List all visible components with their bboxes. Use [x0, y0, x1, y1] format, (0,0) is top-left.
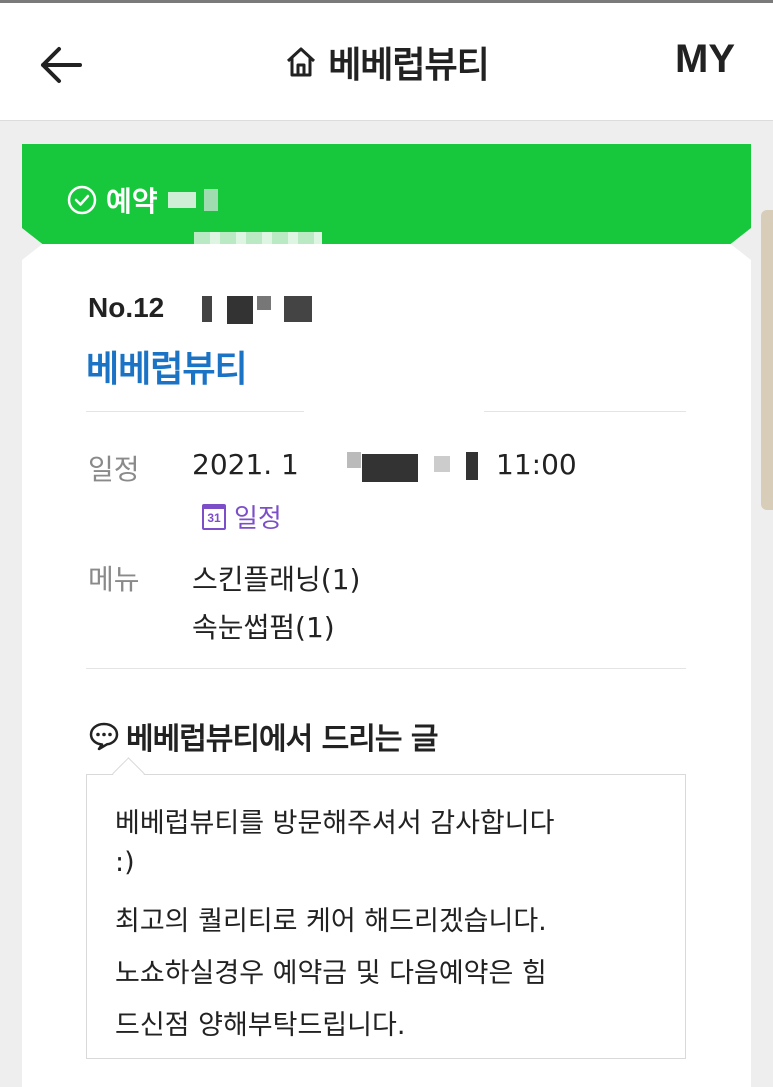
redacted-mosaic [466, 452, 478, 480]
reservation-card: No.12 베베럽뷰티 일정 2021. 1 11:00 31 일정 메뉴 스킨… [22, 244, 751, 1087]
calendar-icon: 31 [202, 503, 226, 530]
add-to-calendar-link[interactable]: 31 일정 [202, 498, 282, 535]
header-title-link[interactable]: 베베럽뷰티 [284, 36, 490, 88]
redacted-mosaic [284, 296, 312, 322]
scroll-indicator[interactable] [761, 210, 773, 510]
redacted-mosaic [227, 296, 253, 324]
menu-item: 스킨플래닝(1) [192, 563, 361, 596]
shop-message-header: 베베럽뷰티에서 드리는 글 [88, 714, 438, 758]
menu-item: 속눈썹펌(1) [192, 611, 335, 644]
schedule-time: 11:00 [496, 448, 577, 481]
message-line: :) [115, 847, 135, 878]
page-title: 베베럽뷰티 [328, 45, 490, 86]
redacted-mosaic [434, 456, 450, 472]
speech-bubble-icon [89, 722, 119, 751]
home-icon [287, 47, 316, 77]
schedule-label: 일정 [88, 453, 140, 486]
section-divider [484, 411, 686, 412]
redacted-mosaic [347, 452, 361, 468]
redacted-mosaic [362, 454, 418, 482]
redacted-mosaic [202, 296, 212, 322]
reservation-number: No.12 [88, 292, 165, 323]
app-header: 베베럽뷰티 MY [0, 3, 773, 121]
schedule-date: 2021. 1 [192, 448, 299, 481]
section-divider [86, 668, 686, 669]
arrow-left-icon [41, 47, 82, 83]
reservation-status-text: 예약 [106, 185, 158, 218]
message-line: 최고의 퀄리티로 케어 해드리겠습니다. [115, 906, 547, 937]
back-button[interactable] [30, 35, 90, 95]
redacted-mosaic [167, 192, 196, 208]
message-line: 노쇼하실경우 예약금 및 다음예약은 힘 [115, 958, 547, 989]
redacted-mosaic [203, 189, 218, 211]
redacted-mosaic [194, 232, 322, 244]
shop-message-title: 베베럽뷰티에서 드리는 글 [126, 722, 438, 757]
my-page-button[interactable]: MY [675, 37, 735, 82]
calendar-link-label: 일정 [234, 504, 282, 534]
check-circle-icon [67, 185, 97, 215]
menu-label: 메뉴 [88, 563, 140, 596]
message-line: 드신점 양해부탁드립니다. [115, 1010, 406, 1041]
redacted-mosaic [257, 296, 271, 310]
shop-name-link[interactable]: 베베럽뷰티 [86, 340, 248, 392]
reservation-status-banner: 예약 [22, 144, 751, 244]
message-line: 베베럽뷰티를 방문해주셔서 감사합니다 [115, 808, 555, 839]
shop-message-box: 베베럽뷰티를 방문해주셔서 감사합니다 :) 최고의 퀄리티로 케어 해드리겠습… [86, 774, 686, 1059]
section-divider [86, 411, 304, 412]
